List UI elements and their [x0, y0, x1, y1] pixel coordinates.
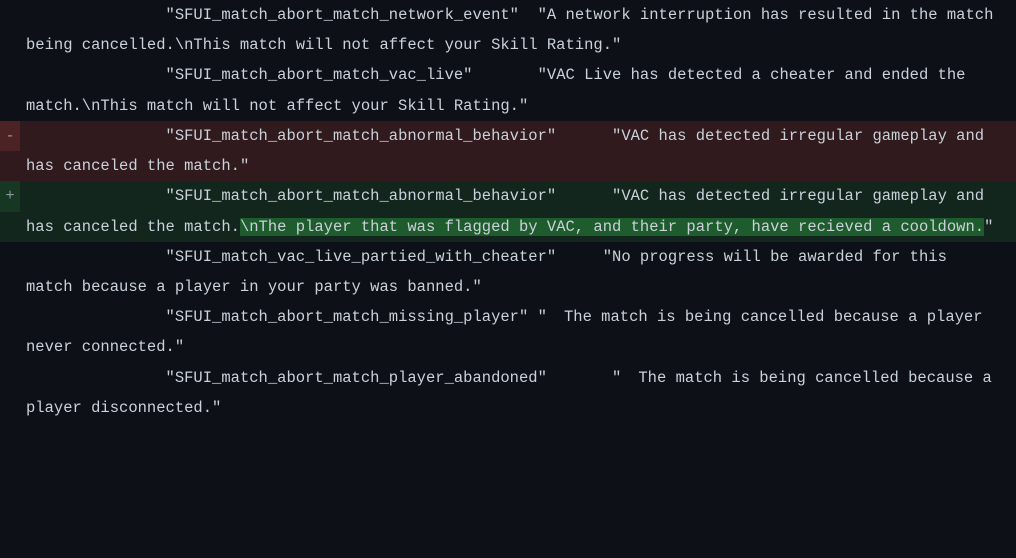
code-spacer: [556, 127, 612, 145]
diff-line-deletion[interactable]: - "SFUI_match_abort_match_abnormal_behav…: [0, 121, 1016, 181]
code-indent: [26, 363, 166, 393]
code-spacer: [556, 248, 603, 266]
diff-marker-plus: +: [0, 181, 20, 211]
string-value-highlight: \nThe player that was flagged by VAC, an…: [240, 218, 984, 236]
string-value-after: ": [984, 218, 993, 236]
diff-line-context[interactable]: "SFUI_match_vac_live_partied_with_cheate…: [0, 242, 1016, 302]
diff-content: "SFUI_match_abort_match_network_event" "…: [20, 0, 1016, 60]
diff-content: "SFUI_match_vac_live_partied_with_cheate…: [20, 242, 1016, 302]
code-spacer: [519, 6, 538, 24]
string-value-after: ": [240, 157, 249, 175]
code-indent: [26, 181, 166, 211]
code-spacer: [547, 369, 612, 387]
string-key: "SFUI_match_abort_match_missing_player": [166, 308, 529, 326]
code-indent: [26, 302, 166, 332]
diff-line-context[interactable]: "SFUI_match_abort_match_network_event" "…: [0, 0, 1016, 60]
diff-content: "SFUI_match_abort_match_vac_live" "VAC L…: [20, 60, 1016, 120]
string-key: "SFUI_match_abort_match_network_event": [166, 6, 519, 24]
diff-marker-minus: -: [0, 121, 20, 151]
string-key: "SFUI_match_abort_match_abnormal_behavio…: [166, 127, 557, 145]
code-spacer: [472, 66, 537, 84]
diff-content: "SFUI_match_abort_match_missing_player" …: [20, 302, 1016, 362]
diff-line-context[interactable]: "SFUI_match_abort_match_vac_live" "VAC L…: [0, 60, 1016, 120]
string-key: "SFUI_match_abort_match_vac_live": [166, 66, 473, 84]
diff-line-context[interactable]: "SFUI_match_abort_match_player_abandoned…: [0, 363, 1016, 423]
diff-line-context[interactable]: "SFUI_match_abort_match_missing_player" …: [0, 302, 1016, 362]
code-spacer: [556, 187, 612, 205]
diff-content: "SFUI_match_abort_match_player_abandoned…: [20, 363, 1016, 423]
diff-container: "SFUI_match_abort_match_network_event" "…: [0, 0, 1016, 423]
diff-line-addition[interactable]: + "SFUI_match_abort_match_abnormal_behav…: [0, 181, 1016, 241]
code-indent: [26, 0, 166, 30]
string-key: "SFUI_match_abort_match_abnormal_behavio…: [166, 187, 557, 205]
diff-content: "SFUI_match_abort_match_abnormal_behavio…: [20, 181, 1016, 241]
code-spacer: [528, 308, 537, 326]
code-indent: [26, 121, 166, 151]
diff-content: "SFUI_match_abort_match_abnormal_behavio…: [20, 121, 1016, 181]
string-key: "SFUI_match_vac_live_partied_with_cheate…: [166, 248, 557, 266]
code-indent: [26, 242, 166, 272]
string-key: "SFUI_match_abort_match_player_abandoned…: [166, 369, 547, 387]
code-indent: [26, 60, 166, 90]
